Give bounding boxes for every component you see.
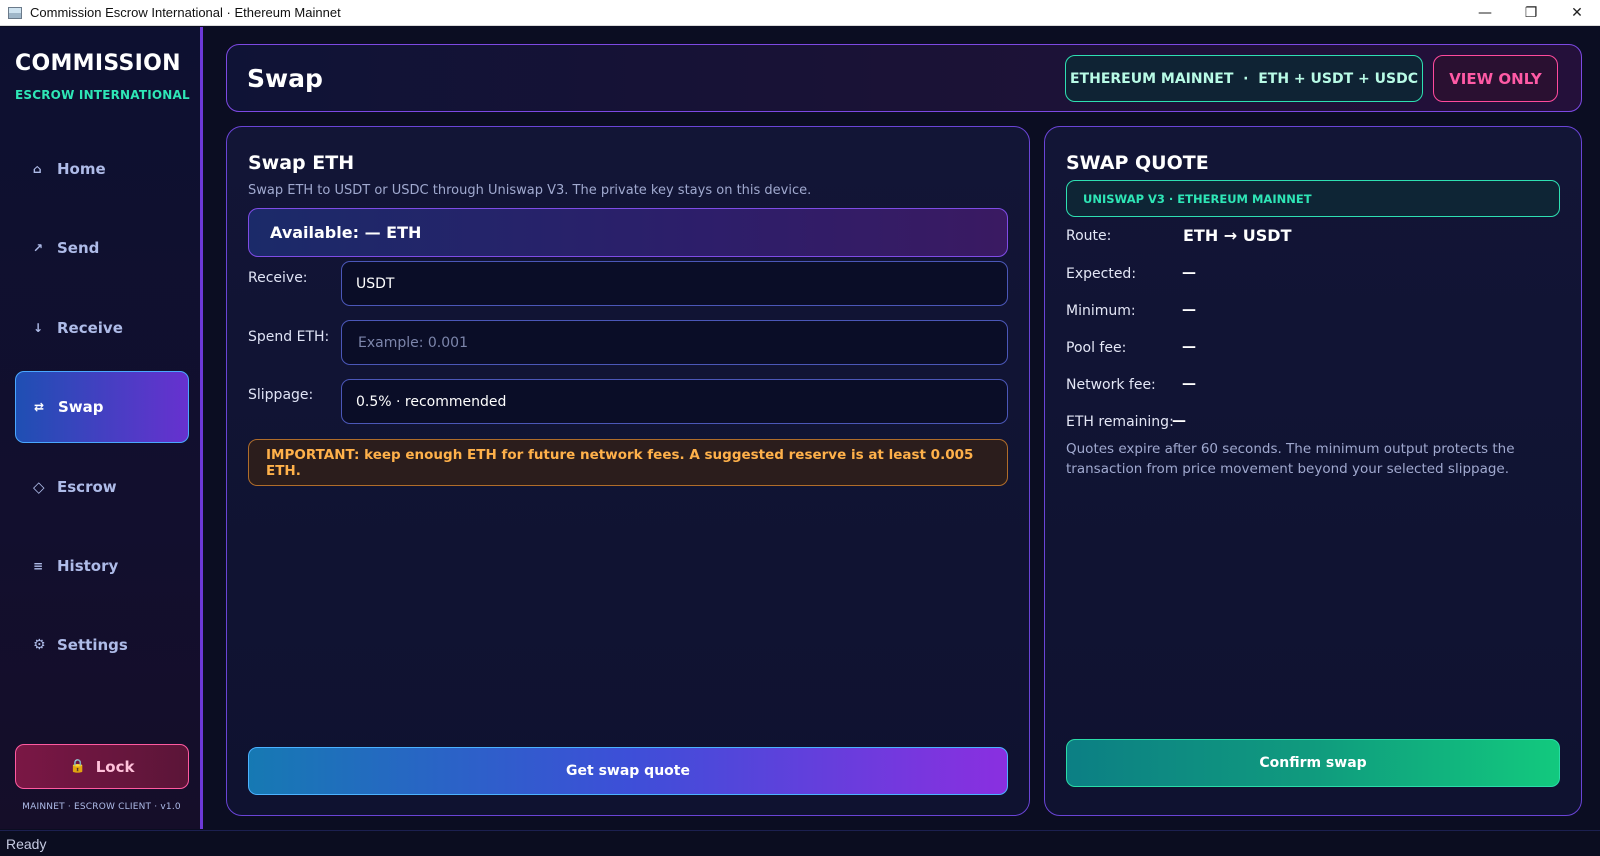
sidebar-item-label: Home [57, 160, 106, 178]
status-bar: Ready [0, 830, 1600, 856]
network-badge: ETHEREUM MAINNET · ETH + USDT + USDC [1065, 55, 1423, 102]
slippage-select[interactable]: 0.5% · recommended [341, 379, 1008, 424]
sidebar-item-label: History [57, 557, 119, 575]
close-button[interactable]: ✕ [1554, 0, 1600, 26]
confirm-swap-button[interactable]: Confirm swap [1066, 739, 1560, 787]
sidebar-item-receive[interactable]: ↓ Receive [15, 292, 189, 364]
sidebar-item-swap[interactable]: ⇄ Swap [15, 371, 189, 443]
swap-icon: ⇄ [34, 400, 45, 414]
brand-title: COMMISSION [15, 51, 181, 76]
sidebar-item-label: Swap [58, 398, 104, 416]
maximize-button[interactable]: ❐ [1508, 0, 1554, 26]
sidebar-item-escrow[interactable]: ◇ Escrow [15, 451, 189, 523]
lock-icon: 🔒 [69, 759, 86, 774]
receive-token-select[interactable]: USDT [341, 261, 1008, 306]
sidebar-item-history[interactable]: ≡ History [15, 530, 189, 602]
quote-minimum-label: Minimum: [1066, 303, 1136, 319]
quote-expiry-note: Quotes expire after 60 seconds. The mini… [1066, 441, 1515, 477]
window-controls: — ❐ ✕ [1462, 0, 1600, 26]
quote-expected-label: Expected: [1066, 266, 1137, 282]
sidebar-item-settings[interactable]: ⚙ Settings [15, 609, 189, 681]
sidebar-item-label: Send [57, 239, 100, 257]
app-window-icon [8, 6, 22, 19]
sidebar-item-label: Settings [57, 636, 128, 654]
lock-button[interactable]: 🔒 Lock [15, 744, 189, 789]
brand-subtitle: ESCROW INTERNATIONAL [15, 88, 190, 102]
quote-eth-remaining-label: ETH remaining: [1066, 414, 1174, 430]
sidebar: COMMISSION ESCROW INTERNATIONAL ⌂ Home ↗… [0, 27, 203, 829]
available-balance: Available: — ETH [248, 208, 1008, 257]
client-version: MAINNET · ESCROW CLIENT · v1.0 [22, 802, 181, 812]
quote-minimum-value: — [1182, 302, 1196, 318]
quote-network-fee-label: Network fee: [1066, 377, 1156, 393]
route-provider-badge: UNISWAP V3 · ETHEREUM MAINNET [1066, 180, 1560, 217]
receive-arrow-icon: ↓ [33, 321, 44, 335]
quote-eth-remaining-value: — [1172, 413, 1186, 429]
fee-reserve-warning: IMPORTANT: keep enough ETH for future ne… [248, 439, 1008, 486]
spend-eth-input[interactable]: Example: 0.001 [341, 320, 1008, 365]
get-swap-quote-button[interactable]: Get swap quote [248, 747, 1008, 795]
status-text: Ready [6, 835, 47, 852]
view-only-badge: VIEW ONLY [1433, 55, 1558, 102]
page-title: Swap [247, 64, 323, 93]
quote-title: SWAP QUOTE [1066, 152, 1209, 174]
quote-route-label: Route: [1066, 228, 1112, 244]
page-header: Swap ETHEREUM MAINNET · ETH + USDT + USD… [226, 44, 1582, 112]
swap-quote-panel: SWAP QUOTE UNISWAP V3 · ETHEREUM MAINNET… [1044, 126, 1582, 816]
sidebar-item-label: Escrow [57, 478, 117, 496]
send-arrow-icon: ↗ [33, 241, 44, 255]
window-title-bar: Commission Escrow International · Ethere… [0, 0, 1600, 26]
sidebar-item-label: Receive [57, 319, 123, 337]
settings-gear-icon: ⚙ [33, 637, 46, 653]
spend-label: Spend ETH: [248, 329, 330, 345]
escrow-diamond-icon: ◇ [33, 478, 45, 496]
sidebar-item-home[interactable]: ⌂ Home [15, 133, 189, 205]
lock-button-label: Lock [95, 757, 135, 776]
minimize-button[interactable]: — [1462, 0, 1508, 26]
quote-route-value: ETH → USDT [1183, 226, 1292, 245]
window-title: Commission Escrow International · Ethere… [30, 5, 341, 20]
home-icon: ⌂ [33, 162, 42, 176]
history-list-icon: ≡ [33, 559, 44, 573]
swap-title: Swap ETH [248, 152, 355, 174]
receive-label: Receive: [248, 270, 308, 286]
quote-network-fee-value: — [1182, 376, 1196, 392]
sidebar-item-send[interactable]: ↗ Send [15, 212, 189, 284]
swap-panel: Swap ETH Swap ETH to USDT or USDC throug… [226, 126, 1030, 816]
slippage-label: Slippage: [248, 387, 314, 403]
quote-pool-fee-label: Pool fee: [1066, 340, 1127, 356]
quote-expected-value: — [1182, 265, 1196, 281]
quote-pool-fee-value: — [1182, 339, 1196, 355]
swap-description: Swap ETH to USDT or USDC through Uniswap… [248, 183, 812, 198]
